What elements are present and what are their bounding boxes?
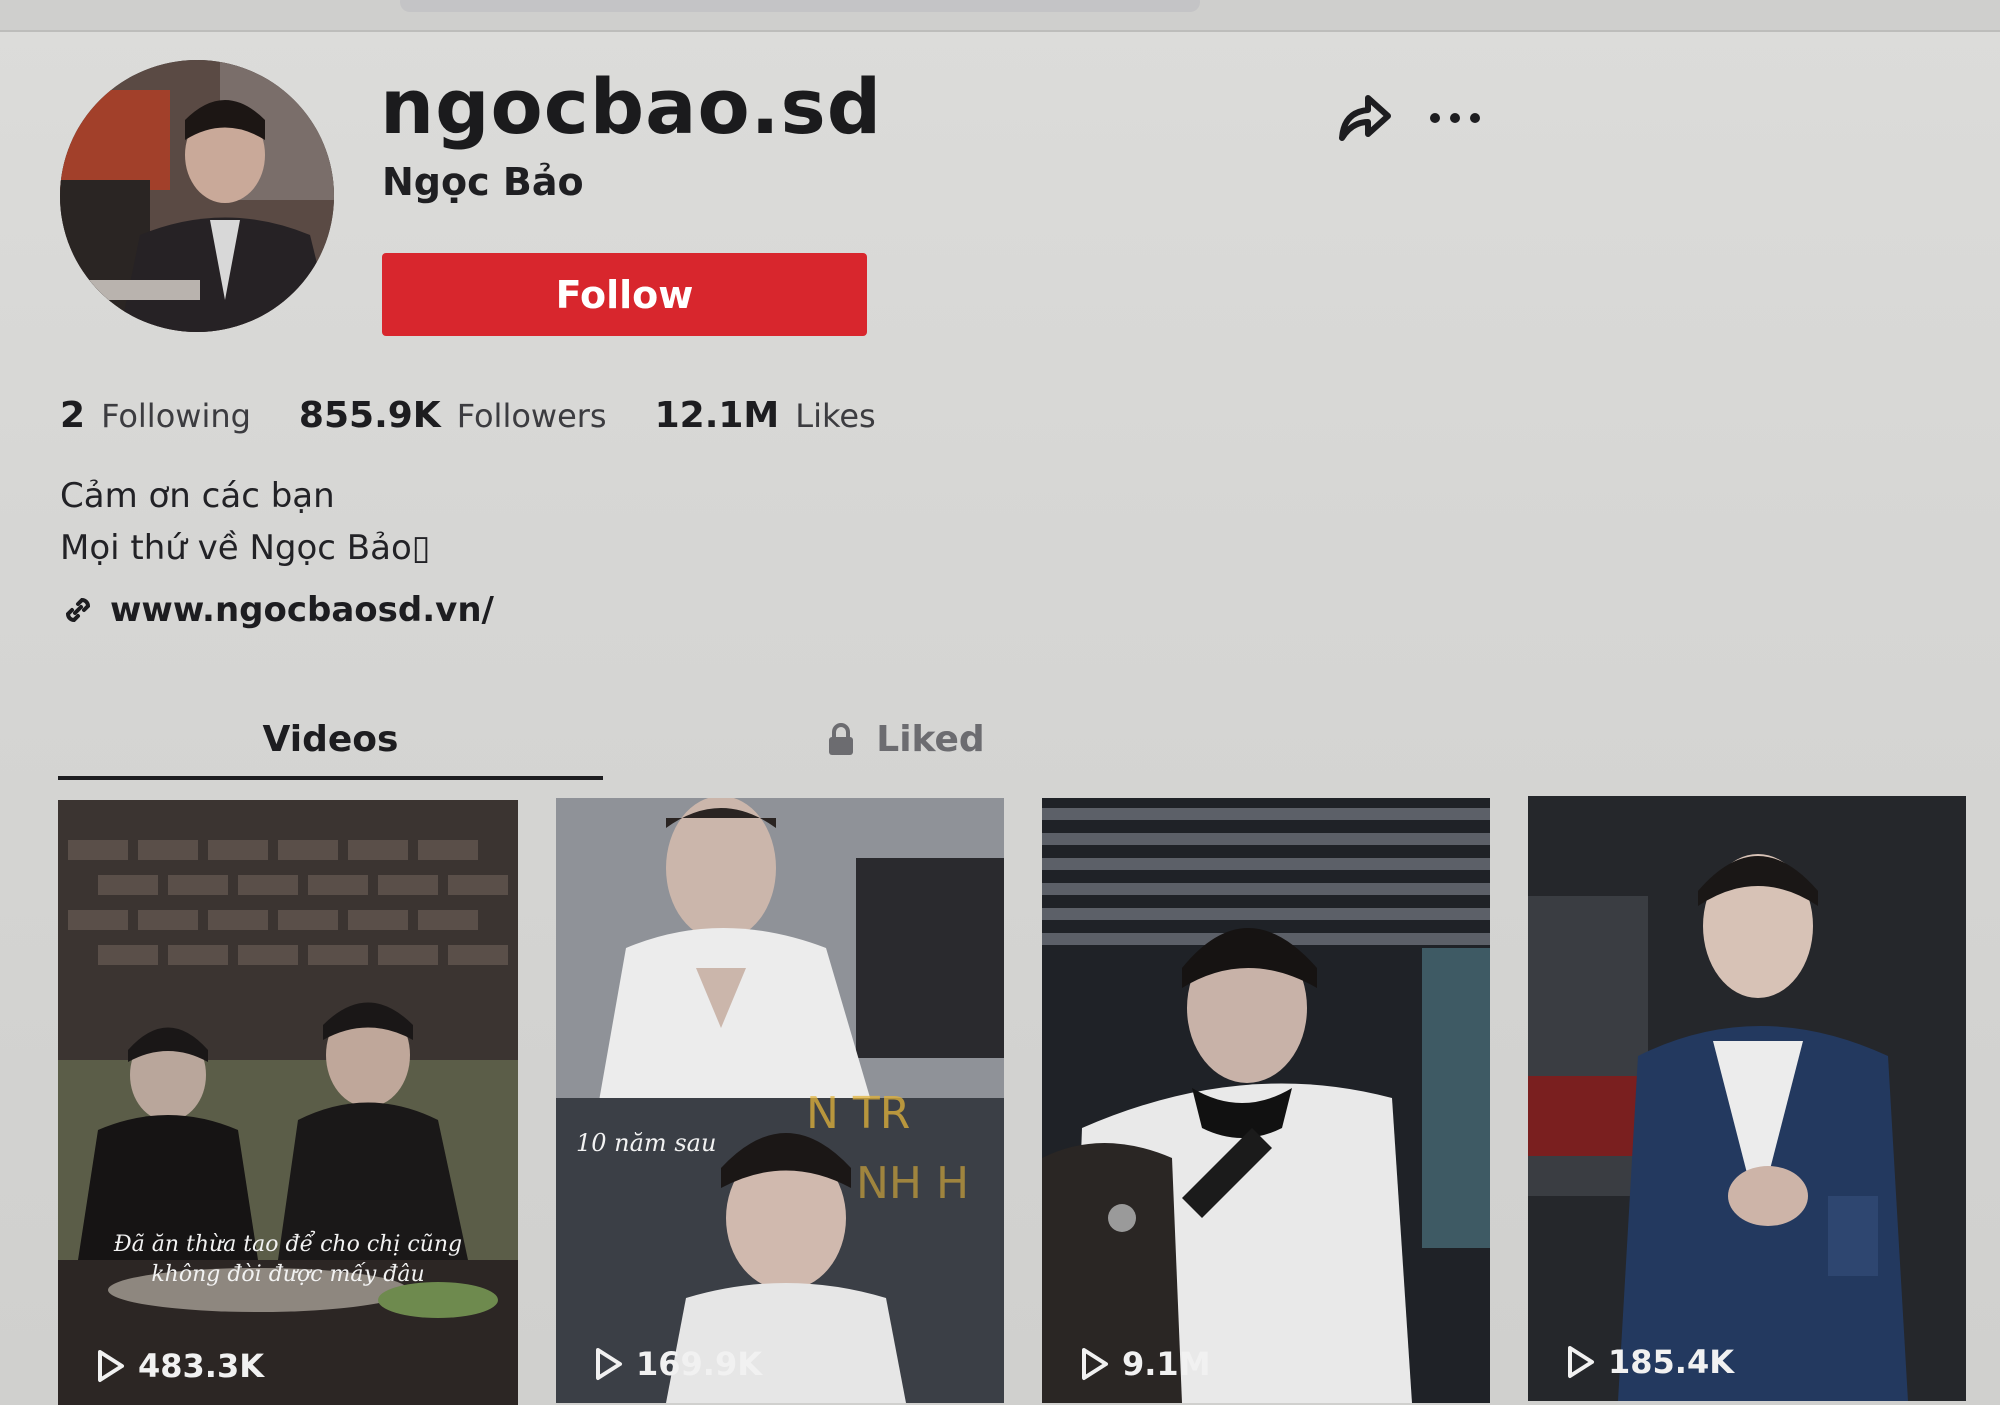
view-count: 185.4K	[1566, 1343, 1734, 1381]
tab-active-underline	[58, 776, 603, 780]
more-dots-icon[interactable]	[1425, 98, 1485, 138]
tab-liked-label: Liked	[876, 718, 985, 760]
bio-line: Cảm ơn các bạn	[60, 476, 335, 516]
view-count: 9.1M	[1080, 1345, 1211, 1383]
play-icon	[98, 1350, 124, 1382]
search-bar[interactable]	[400, 0, 1200, 12]
username: ngocbao.sd	[380, 62, 883, 151]
lock-icon	[829, 723, 854, 755]
avatar-photo	[60, 60, 334, 332]
video-caption: 10 năm sau	[576, 1129, 717, 1157]
bio-line: Mọi thứ về Ngọc Bảo▯	[60, 528, 431, 568]
follow-button[interactable]: Follow	[382, 253, 867, 336]
video-card[interactable]: Đã ăn thừa tao để cho chị cũng không đòi…	[58, 800, 518, 1405]
bio: Cảm ơn các bạn Mọi thứ về Ngọc Bảo▯	[60, 470, 430, 574]
play-icon	[596, 1348, 622, 1380]
likes-stat: 12.1M Likes	[655, 395, 876, 436]
following-label: Following	[101, 397, 251, 435]
avatar[interactable]	[60, 60, 334, 332]
browser-top-bar	[0, 0, 2000, 32]
followers-count: 855.9K	[298, 395, 441, 436]
profile-link[interactable]: www.ngocbaosd.vn/	[60, 590, 494, 630]
video-caption: Đã ăn thừa tao để cho chị cũng không đòi…	[113, 1232, 463, 1287]
display-name: Ngọc Bảo	[382, 160, 584, 204]
view-count-text: 169.9K	[636, 1345, 763, 1383]
view-count-text: 9.1M	[1122, 1345, 1211, 1383]
video-card[interactable]: 185.4K	[1528, 796, 1966, 1401]
likes-count: 12.1M	[654, 395, 780, 436]
view-count-text: 483.3K	[138, 1347, 265, 1385]
tab-videos-label: Videos	[262, 718, 399, 760]
svg-text:N TR: N TR	[806, 1088, 910, 1139]
video-thumbnail: N TR NH H	[556, 798, 1004, 1403]
following-stat[interactable]: 2 Following	[60, 395, 251, 436]
tab-videos[interactable]: Videos	[58, 700, 603, 778]
profile-tabs: Videos Liked	[58, 700, 1168, 782]
video-card[interactable]: 9.1M	[1042, 798, 1490, 1403]
video-thumbnail	[1042, 798, 1490, 1403]
likes-label: Likes	[795, 397, 876, 435]
video-thumbnail	[1528, 796, 1966, 1401]
view-count: 169.9K	[594, 1345, 762, 1383]
video-card[interactable]: N TR NH H 10 năm sau 169.9K	[556, 798, 1004, 1403]
view-count: 483.3K	[96, 1347, 264, 1385]
play-icon	[1568, 1346, 1594, 1378]
profile-page: ngocbao.sd Ngọc Bảo Follow 2 Following 8…	[0, 0, 2000, 1405]
profile-link-text[interactable]: www.ngocbaosd.vn/	[110, 590, 494, 630]
play-icon	[1082, 1348, 1108, 1380]
share-arrow-icon[interactable]	[1334, 88, 1394, 144]
tab-liked[interactable]: Liked	[633, 700, 1178, 778]
svg-text:NH H: NH H	[856, 1158, 969, 1209]
followers-label: Followers	[456, 397, 607, 435]
link-icon	[65, 597, 91, 623]
following-count: 2	[60, 395, 86, 436]
profile-stats: 2 Following 855.9K Followers 12.1M Likes	[60, 395, 924, 436]
followers-stat[interactable]: 855.9K Followers	[299, 395, 607, 436]
view-count-text: 185.4K	[1608, 1343, 1735, 1381]
video-thumbnail	[58, 800, 518, 1405]
